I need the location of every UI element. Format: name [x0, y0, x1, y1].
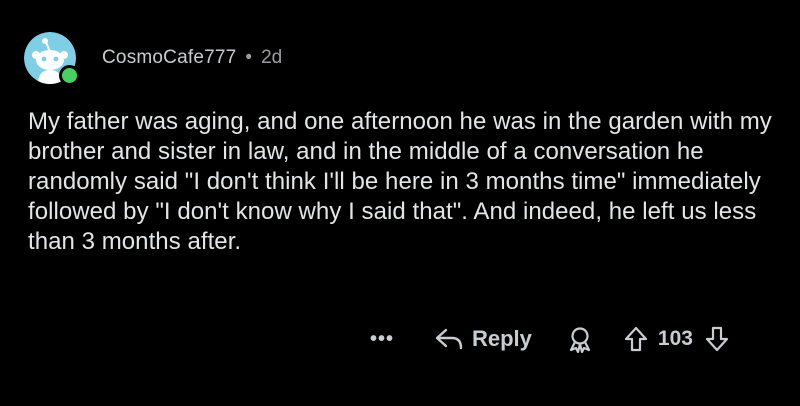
- comment-header: CosmoCafe777 • 2d: [24, 32, 283, 86]
- comment-body: My father was aging, and one afternoon h…: [28, 108, 772, 255]
- comment-author[interactable]: CosmoCafe777: [102, 47, 236, 69]
- comment-actions: ••• Reply 103: [370, 322, 729, 356]
- avatar[interactable]: [24, 32, 80, 86]
- meta-separator: •: [245, 47, 253, 68]
- vote-score: 103: [657, 327, 693, 350]
- more-options-button[interactable]: •••: [370, 322, 400, 356]
- reply-button[interactable]: Reply: [434, 326, 532, 352]
- award-button[interactable]: [566, 325, 594, 353]
- award-icon: [569, 327, 591, 353]
- downvote-arrow-icon: [705, 326, 729, 352]
- reply-arrow-icon: [435, 328, 463, 350]
- upvote-arrow-icon: [624, 326, 648, 352]
- reply-label: Reply: [472, 326, 532, 351]
- downvote-button[interactable]: [705, 325, 729, 353]
- online-status-dot: [59, 65, 80, 86]
- upvote-button[interactable]: [624, 325, 648, 353]
- comment-age: 2d: [261, 47, 283, 68]
- comment-card: CosmoCafe777 • 2d My father was aging, a…: [0, 0, 800, 406]
